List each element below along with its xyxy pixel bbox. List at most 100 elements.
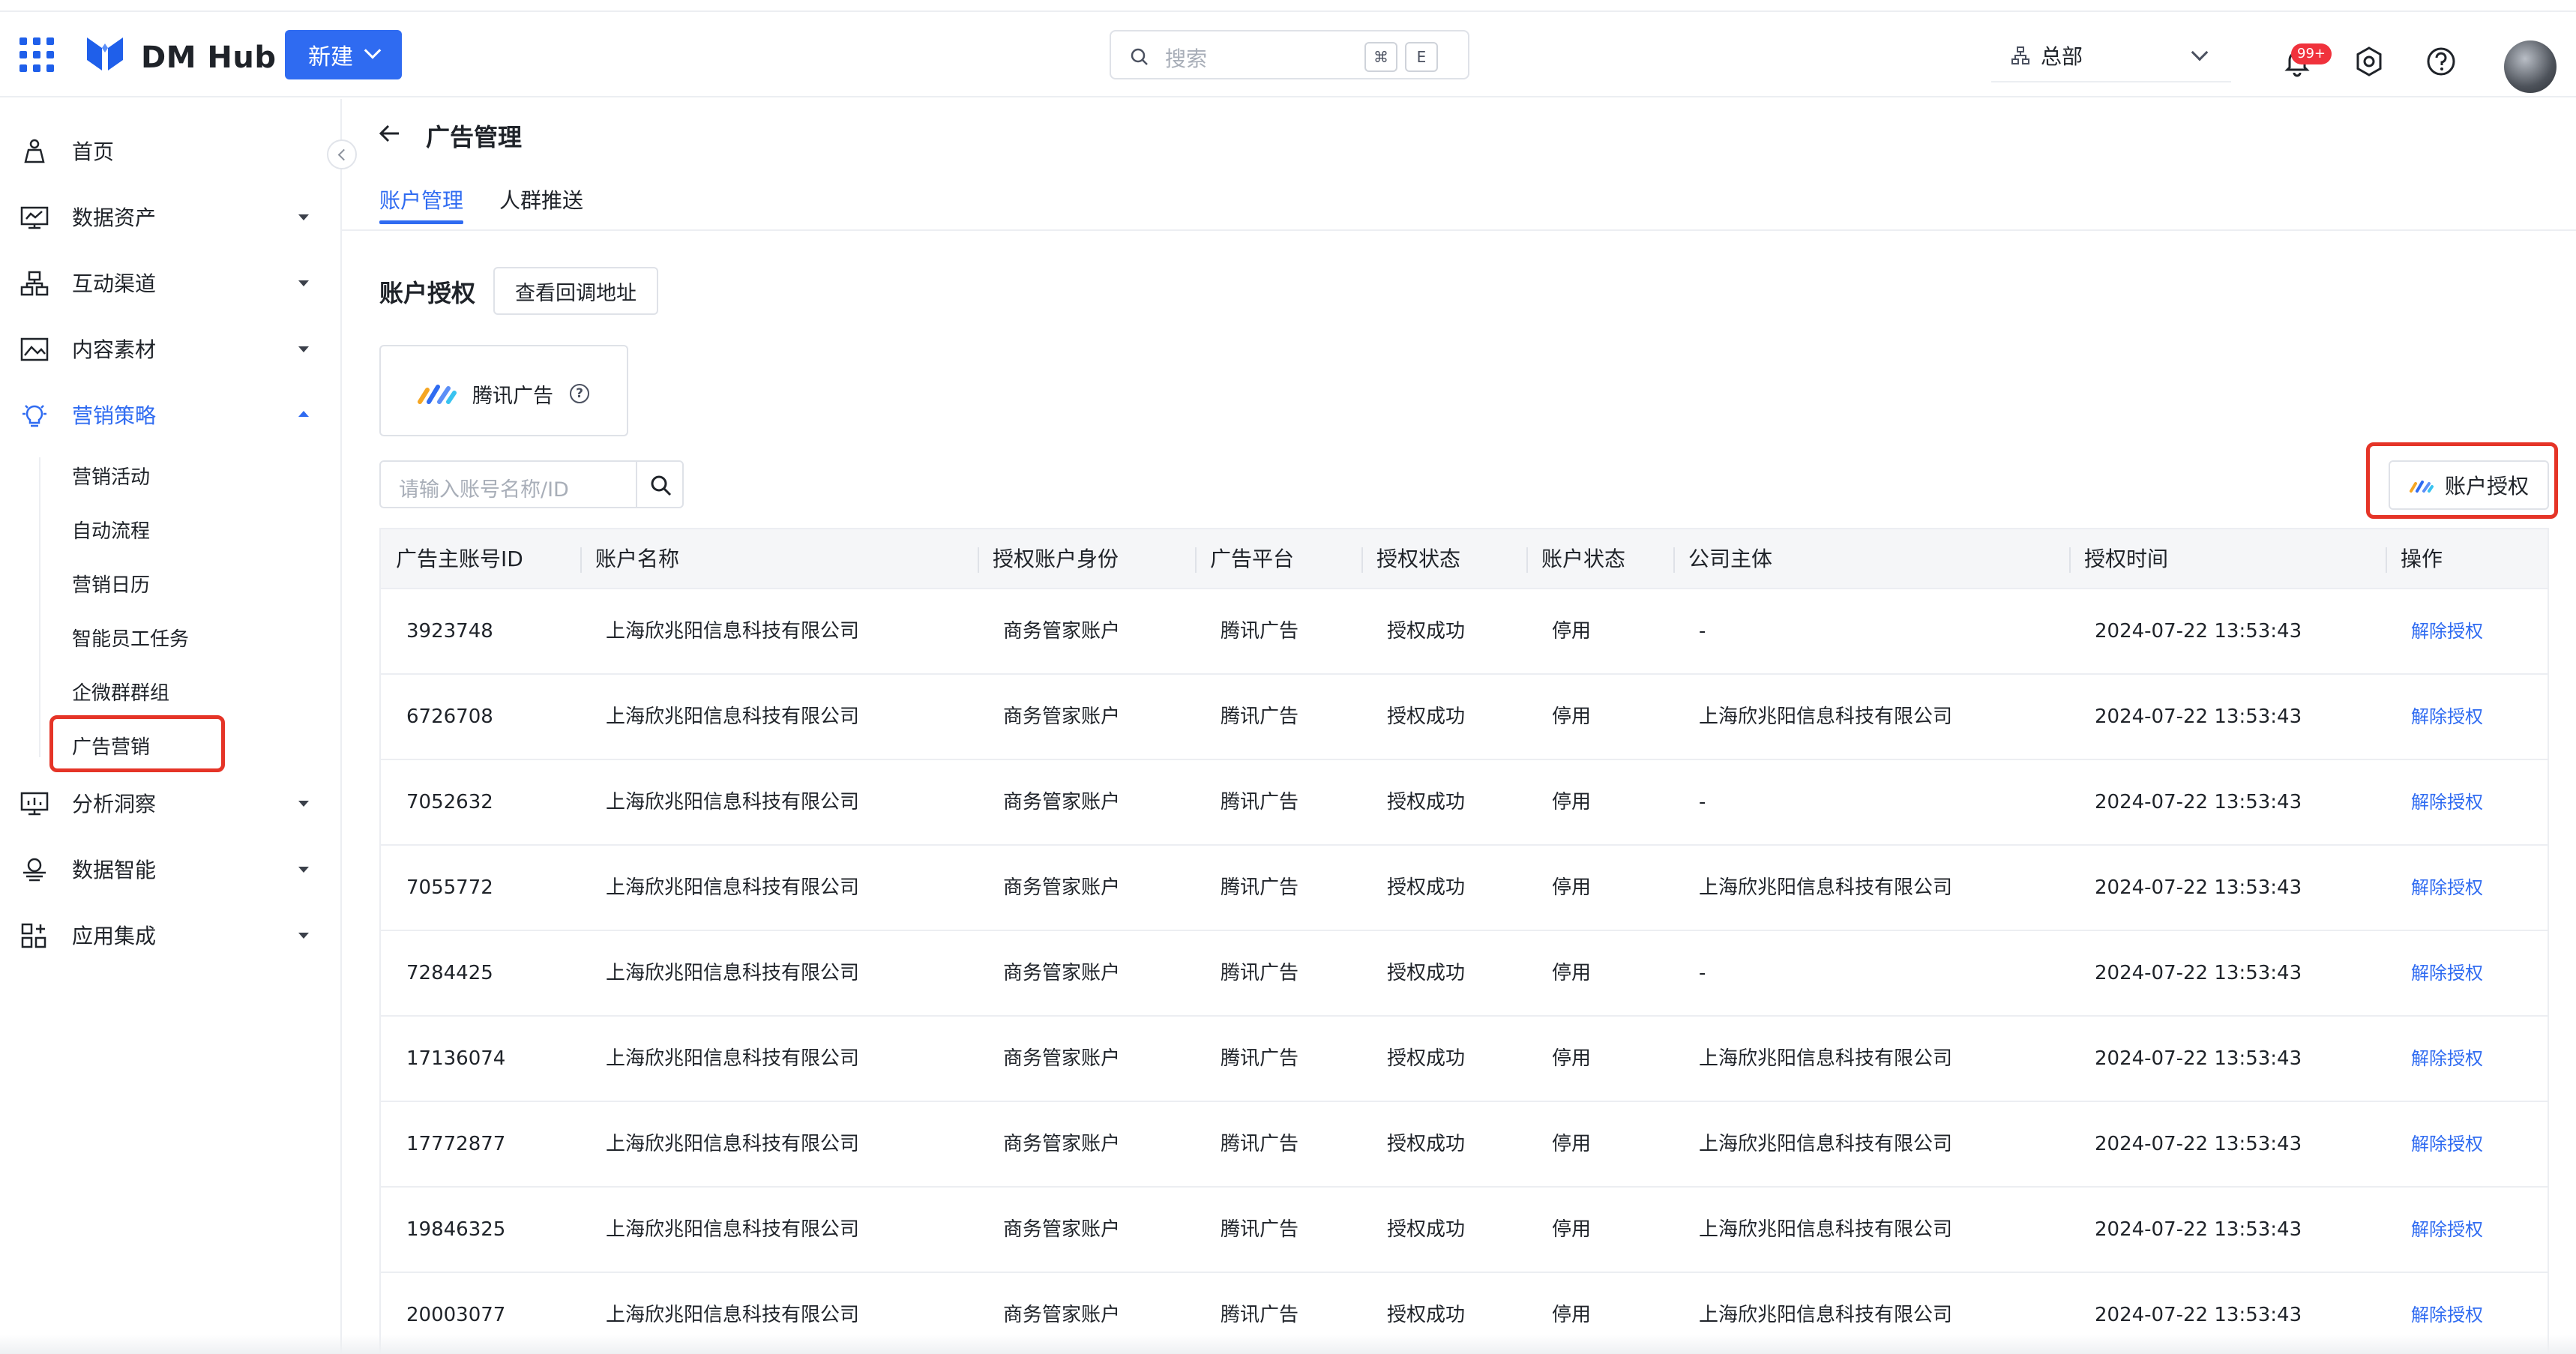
caret-up-icon	[298, 411, 309, 417]
company-cell: -	[1699, 620, 1706, 643]
sidebar-collapse-button[interactable]	[327, 139, 357, 169]
auth-time-cell: 2024-07-22 13:53:43	[2095, 876, 2302, 899]
submenu-guide-line	[39, 457, 40, 757]
account-name-cell: 上海欣兆阳信息科技有限公司	[606, 1218, 860, 1241]
company-cell: 上海欣兆阳信息科技有限公司	[1699, 1133, 1953, 1155]
user-avatar[interactable]	[2504, 40, 2557, 93]
auth-status-cell: 授权成功	[1387, 876, 1466, 899]
section-title: 账户授权	[379, 279, 476, 307]
caret-down-icon	[298, 280, 309, 286]
account-status-cell: 停用	[1552, 620, 1592, 643]
revoke-auth-link[interactable]: 解除授权	[2386, 1017, 2483, 1101]
identity-cell: 商务管家账户	[1003, 705, 1121, 728]
top-strip	[0, 0, 2576, 12]
settings-icon[interactable]	[2353, 45, 2386, 78]
tab-audience-push[interactable]: 人群推送	[499, 184, 583, 214]
revoke-auth-link[interactable]: 解除授权	[2386, 846, 2483, 930]
sub-item-wecom-groups[interactable]: 企微群群组	[72, 678, 169, 705]
account-id-cell: 7284425	[406, 962, 493, 984]
account-id-cell: 7052632	[406, 791, 493, 813]
column-header: 公司主体	[1673, 529, 1772, 589]
table-row: 17772877 上海欣兆阳信息科技有限公司 商务管家账户 腾讯广告 授权成功 停用 上海欣…	[381, 1102, 2548, 1188]
account-name-cell: 上海欣兆阳信息科技有限公司	[606, 1133, 860, 1155]
account-status-cell: 停用	[1552, 791, 1592, 813]
account-status-cell: 停用	[1552, 1218, 1592, 1241]
identity-cell: 商务管家账户	[1003, 962, 1121, 984]
company-cell: 上海欣兆阳信息科技有限公司	[1699, 1047, 1953, 1070]
account-status-cell: 停用	[1552, 962, 1592, 984]
account-search-button[interactable]	[636, 460, 684, 508]
org-selector[interactable]: 总部	[1991, 30, 2231, 82]
sidebar-item-label: 营销策略	[72, 403, 157, 428]
sidebar-item-home[interactable]: 首页	[0, 124, 342, 177]
company-cell: 上海欣兆阳信息科技有限公司	[1699, 876, 1953, 899]
account-status-cell: 停用	[1552, 1047, 1592, 1070]
column-header: 广告主账号ID	[396, 547, 523, 571]
home-icon	[24, 139, 45, 163]
auth-status-cell: 授权成功	[1387, 1047, 1466, 1070]
sub-item-ai-staff[interactable]: 智能员工任务	[72, 624, 189, 652]
sub-item-campaign[interactable]: 营销活动	[72, 462, 150, 490]
account-id-cell: 6726708	[406, 705, 493, 728]
column-header: 授权时间	[2069, 529, 2168, 589]
notification-badge: 99+	[2291, 43, 2332, 64]
revoke-auth-link[interactable]: 解除授权	[2386, 589, 2483, 673]
revoke-auth-link[interactable]: 解除授权	[2386, 1102, 2483, 1186]
auth-time-cell: 2024-07-22 13:53:43	[2095, 1218, 2302, 1241]
sidebar-item-data-intel[interactable]: 数据智能	[0, 843, 342, 895]
content-icon	[20, 337, 49, 361]
caret-down-icon	[298, 867, 309, 873]
sidebar-item-data-asset[interactable]: 数据资产	[0, 190, 342, 243]
tab-account-management[interactable]: 账户管理	[379, 184, 463, 214]
global-search-input[interactable]: 搜索 ⌘ E	[1110, 30, 1469, 79]
tencent-ads-logo-icon	[2409, 481, 2434, 493]
auth-time-cell: 2024-07-22 13:53:43	[2095, 705, 2302, 728]
new-button[interactable]: 新建	[285, 30, 402, 79]
company-cell: -	[1699, 962, 1706, 984]
shortcut-key-e: E	[1405, 42, 1438, 72]
revoke-auth-link[interactable]: 解除授权	[2386, 931, 2483, 1015]
account-search-placeholder: 请输入账号名称/ID	[399, 478, 569, 502]
account-search-input[interactable]: 请输入账号名称/ID	[379, 460, 637, 508]
account-status-cell: 停用	[1552, 876, 1592, 899]
identity-cell: 商务管家账户	[1003, 620, 1121, 643]
dm-hub-logo-icon	[87, 37, 123, 70]
revoke-auth-link[interactable]: 解除授权	[2386, 1188, 2483, 1272]
caret-down-icon	[298, 933, 309, 939]
identity-cell: 商务管家账户	[1003, 791, 1121, 813]
sidebar-item-strategy[interactable]: 营销策略	[0, 388, 342, 441]
sidebar-item-channel[interactable]: 互动渠道	[0, 256, 342, 309]
auth-status-cell: 授权成功	[1387, 962, 1466, 984]
sidebar-item-label: 分析洞察	[72, 792, 157, 816]
app-grid-icon[interactable]	[19, 37, 54, 72]
account-id-cell: 7055772	[406, 876, 493, 899]
table-row: 7052632 上海欣兆阳信息科技有限公司 商务管家账户 腾讯广告 授权成功 停用 - 202…	[381, 760, 2548, 846]
revoke-auth-link[interactable]: 解除授权	[2386, 675, 2483, 759]
sidebar-item-analysis[interactable]: 分析洞察	[0, 777, 342, 829]
caret-down-icon	[298, 801, 309, 807]
sub-item-calendar[interactable]: 营销日历	[72, 570, 150, 598]
account-name-cell: 上海欣兆阳信息科技有限公司	[606, 876, 860, 899]
back-arrow-icon[interactable]	[376, 120, 403, 147]
revoke-auth-link[interactable]: 解除授权	[2386, 760, 2483, 844]
sidebar-item-integration[interactable]: 应用集成	[0, 909, 342, 961]
company-cell: 上海欣兆阳信息科技有限公司	[1699, 1218, 1953, 1241]
sub-item-automation[interactable]: 自动流程	[72, 516, 150, 544]
column-header: 广告平台	[1195, 529, 1294, 589]
analysis-icon	[20, 792, 49, 816]
company-cell: 上海欣兆阳信息科技有限公司	[1699, 705, 1953, 728]
help-circle-icon[interactable]: ?	[570, 384, 589, 403]
help-icon[interactable]	[2425, 45, 2458, 78]
view-callback-url-button[interactable]: 查看回调地址	[493, 267, 658, 315]
lightbulb-icon	[22, 405, 46, 427]
sidebar-item-label: 应用集成	[72, 924, 157, 948]
org-label: 总部	[2041, 44, 2083, 69]
page-title: 广告管理	[426, 123, 523, 151]
sidebar-item-content[interactable]: 内容素材	[0, 322, 342, 375]
platform-cell: 腾讯广告	[1221, 620, 1299, 643]
tencent-ads-platform-card[interactable]: 腾讯广告 ?	[379, 345, 628, 436]
account-authorize-button[interactable]: 账户授权	[2389, 460, 2549, 510]
auth-time-cell: 2024-07-22 13:53:43	[2095, 620, 2302, 643]
account-table: 广告主账号ID 账户名称 授权账户身份 广告平台 授权状态 账户状态 公司主体 …	[379, 528, 2549, 1354]
account-status-cell: 停用	[1552, 1133, 1592, 1155]
